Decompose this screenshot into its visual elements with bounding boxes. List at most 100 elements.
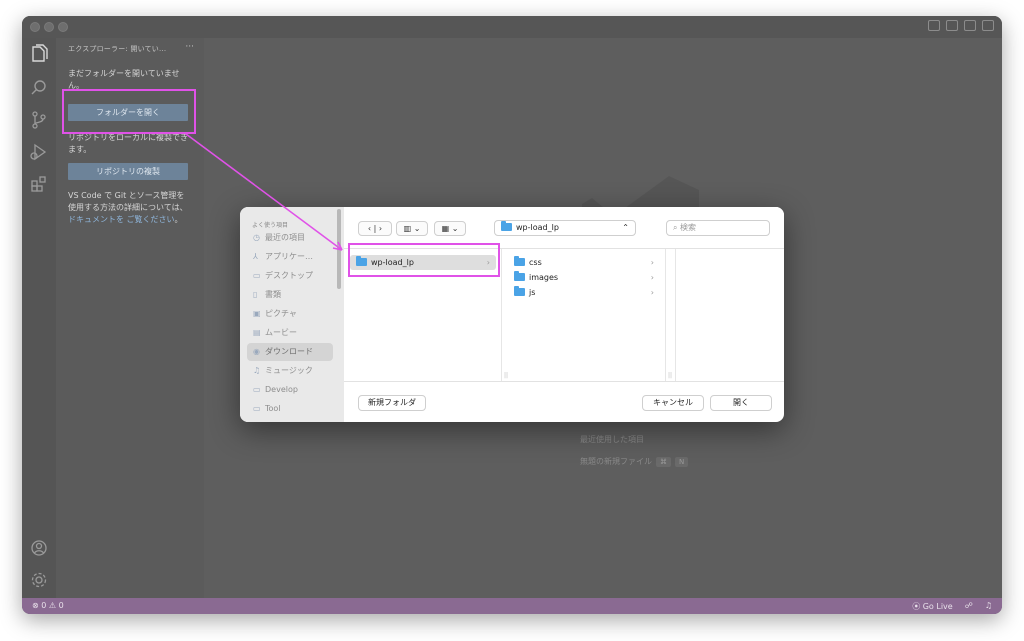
sidebar-item-applications[interactable]: ⅄ アプリケー…: [247, 248, 333, 266]
source-control-icon[interactable]: [27, 108, 51, 132]
toggle-panel-icon[interactable]: [946, 20, 958, 31]
warning-count: 0: [58, 601, 64, 610]
column-resize-handle[interactable]: ||: [504, 372, 508, 379]
search-icon[interactable]: [27, 76, 51, 100]
extensions-icon[interactable]: [27, 172, 51, 196]
minimize-window-button[interactable]: [44, 22, 54, 32]
back-forward-buttons[interactable]: ‹ | ›: [358, 221, 392, 236]
n-key: N: [675, 457, 689, 467]
explorer-header: エクスプローラー: 開いてい...: [68, 45, 167, 53]
new-folder-button[interactable]: 新規フォルダ: [358, 395, 426, 411]
recent-shortcut-hint: 最近使用した項目: [580, 434, 644, 445]
open-button[interactable]: 開く: [710, 395, 772, 411]
sidebar-item-tool[interactable]: ▭ Tool: [247, 400, 333, 418]
desktop-icon: ▭: [253, 271, 261, 280]
settings-gear-icon[interactable]: [27, 568, 51, 592]
sidebar-item-recents[interactable]: ◷ 最近の項目: [247, 229, 333, 247]
account-icon[interactable]: [27, 536, 51, 560]
sidebar-scrollbar[interactable]: [337, 209, 341, 289]
sidebar-item-label: ムービー: [265, 328, 297, 337]
applications-icon: ⅄: [253, 252, 258, 261]
cmd-key: ⌘: [656, 457, 671, 467]
folder-row-images[interactable]: images ›: [508, 270, 660, 285]
sidebar-item-label: 最近の項目: [265, 233, 305, 242]
customize-layout-icon[interactable]: [982, 20, 994, 31]
more-actions-icon[interactable]: ···: [185, 42, 194, 52]
run-debug-icon[interactable]: [27, 140, 51, 164]
search-field[interactable]: ⌕ 検索: [666, 220, 770, 236]
toggle-secondary-sidebar-icon[interactable]: [964, 20, 976, 31]
path-selector[interactable]: wp-load_lp ⌃: [494, 220, 636, 236]
accounts-icon[interactable]: ☍: [965, 601, 973, 612]
folder-icon: ▭: [253, 404, 261, 413]
sidebar-item-documents[interactable]: ▯ 書類: [247, 286, 333, 304]
dialog-sidebar: よく使う項目 ◷ 最近の項目 ⅄ アプリケー… ▭ デスクトップ ▯ 書類 ▣ ピクチャ …: [240, 207, 344, 422]
cancel-button[interactable]: キャンセル: [642, 395, 704, 411]
problems-status[interactable]: ⊗ 0 ⚠ 0: [32, 601, 64, 610]
sidebar-item-label: ミュージック: [265, 366, 313, 375]
go-live-label: Go Live: [922, 602, 953, 611]
status-right: ⦿ Go Live ☍ ♫: [912, 601, 992, 612]
sidebar-item-develop[interactable]: ▭ Develop: [247, 381, 333, 399]
activity-bar: [22, 38, 56, 598]
film-icon: ▤: [253, 328, 261, 337]
open-folder-highlight: [62, 89, 196, 134]
open-folder-dialog: よく使う項目 ◷ 最近の項目 ⅄ アプリケー… ▭ デスクトップ ▯ 書類 ▣ ピクチャ …: [240, 207, 784, 422]
search-placeholder: 検索: [680, 223, 697, 232]
recent-shortcut-label: 最近使用した項目: [580, 435, 644, 444]
picture-icon: ▣: [253, 309, 261, 318]
music-note-icon: ♫: [253, 366, 261, 375]
folder-row-css[interactable]: css ›: [508, 255, 660, 270]
zoom-window-button[interactable]: [58, 22, 68, 32]
clone-text: リポジトリをローカルに複製できます。: [68, 133, 188, 154]
favorites-label: よく使う項目: [252, 222, 289, 229]
toggle-sidebar-icon[interactable]: [928, 20, 940, 31]
sidebar-item-desktop[interactable]: ▭ デスクトップ: [247, 267, 333, 285]
chevron-right-icon: ›: [650, 258, 654, 267]
git-help-text-end: 。: [174, 215, 183, 224]
new-file-shortcut-hint: 無題の新規ファイル ⌘ N: [580, 456, 689, 467]
browser-column-2: css › images › js › ||: [502, 249, 666, 381]
folder-icon: [514, 286, 525, 296]
git-help-text: VS Code で Git とソース管理を使用する方法の詳細については、ドキュメ…: [68, 190, 192, 226]
folder-icon: [501, 221, 512, 231]
document-icon: ▯: [253, 290, 258, 299]
path-label: wp-load_lp: [516, 223, 559, 232]
folder-name: js: [529, 288, 536, 297]
files-icon[interactable]: [27, 42, 51, 66]
error-count: 0: [41, 601, 47, 610]
close-window-button[interactable]: [30, 22, 40, 32]
group-button[interactable]: ▦ ⌄: [434, 221, 466, 236]
download-icon: ◉: [253, 347, 260, 356]
clone-repository-button[interactable]: リポジトリの複製: [68, 163, 188, 180]
column-resize-handle[interactable]: ||: [668, 372, 672, 379]
sidebar-item-pictures[interactable]: ▣ ピクチャ: [247, 305, 333, 323]
notifications-bell-icon[interactable]: ♫: [985, 601, 992, 612]
folder-icon: ▭: [253, 385, 261, 394]
git-help-text-body: VS Code で Git とソース管理を使用する方法の詳細については、: [68, 191, 188, 212]
layout-controls: [928, 20, 994, 31]
browser-column-3: ||: [666, 249, 676, 381]
dialog-footer: 新規フォルダ キャンセル 開く: [344, 381, 784, 422]
title-bar: [22, 16, 1002, 38]
go-live-button[interactable]: ⦿ Go Live: [912, 601, 953, 612]
folder-icon: [514, 271, 525, 281]
chevron-updown-icon: ⌃: [622, 223, 629, 232]
forward-icon[interactable]: ›: [379, 224, 382, 233]
folder-row-js[interactable]: js ›: [508, 285, 660, 300]
sidebar-item-movies[interactable]: ▤ ムービー: [247, 324, 333, 342]
back-icon[interactable]: ‹: [368, 224, 371, 233]
view-mode-button[interactable]: ▥ ⌄: [396, 221, 428, 236]
sidebar-item-label: Tool: [265, 404, 281, 413]
sidebar-item-music[interactable]: ♫ ミュージック: [247, 362, 333, 380]
sidebar-item-label: デスクトップ: [265, 271, 313, 280]
folder-icon: [514, 256, 525, 266]
folder-selection-highlight: [348, 243, 500, 277]
docs-link[interactable]: ドキュメントを ご覧ください: [68, 215, 175, 224]
sidebar-item-downloads[interactable]: ◉ ダウンロード: [247, 343, 333, 361]
chevron-right-icon: ›: [650, 288, 654, 297]
status-bar: ⊗ 0 ⚠ 0 ⦿ Go Live ☍ ♫: [22, 598, 1002, 614]
sidebar-item-label: ピクチャ: [265, 309, 297, 318]
folder-name: images: [529, 273, 559, 282]
chevron-right-icon: ›: [650, 273, 654, 282]
